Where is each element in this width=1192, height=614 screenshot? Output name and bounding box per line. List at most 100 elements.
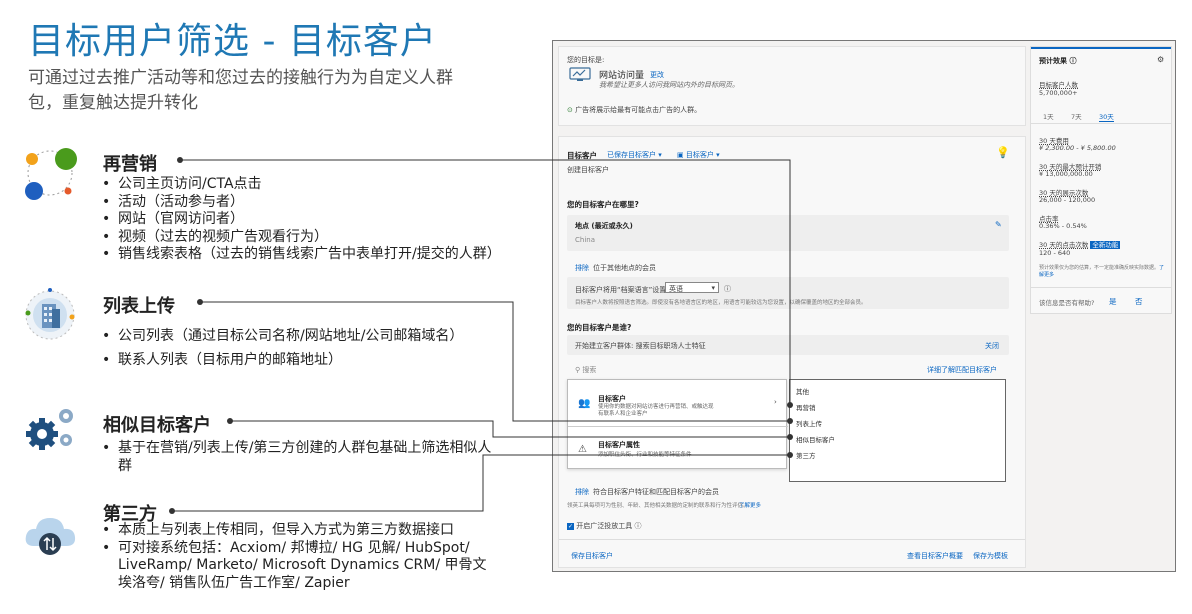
slide-title: 目标用户筛选 - 目标客户 <box>28 21 437 62</box>
category-bullets: 公司主页访问/CTA点击 活动（活动参与者） 网站（官网访问者） 视频（过去的视… <box>100 176 530 264</box>
forecast-impr-value: 26,000 - 120,000 <box>1039 196 1096 204</box>
list-item: 公司列表（通过目标公司名称/网站地址/公司邮箱域名） <box>100 324 540 348</box>
category-heading: 再营销 <box>103 154 157 175</box>
legal-text: 领英工具每项可为性别、年龄、其他相关数据的定制的联系和行为性评估。 <box>567 503 749 509</box>
category-bullets: 基于在营销/列表上传/第三方创建的人群包基础上筛选相似人群 <box>100 440 500 475</box>
view-audience-summary-button[interactable]: 查看目标客户概要 <box>907 551 963 561</box>
location-label: 地点 (最近或永久) <box>575 222 633 230</box>
helpful-yes-button[interactable]: 是 <box>1109 296 1117 307</box>
popup-divider <box>568 426 788 427</box>
new-feature-badge: 全新功能 <box>1090 241 1121 249</box>
who-desc: 开始建立客户群体: 搜索目标职场人士特征 <box>575 342 706 350</box>
who-box: 开始建立客户群体: 搜索目标职场人士特征 关闭 <box>567 335 1009 355</box>
close-link[interactable]: 关闭 <box>985 341 999 351</box>
create-audience-link[interactable]: 创建目标客户 <box>567 165 609 175</box>
dropdown-item-lookalike[interactable]: 相似目标客户 <box>796 434 835 444</box>
where-title: 您的目标客户在哪里? <box>567 200 639 209</box>
language-select[interactable]: 英语 ▾ <box>665 282 719 293</box>
helpful-question: 该信息是否有帮助? <box>1039 299 1095 307</box>
chevron-down-icon: ▾ <box>711 284 715 292</box>
monitor-icon <box>569 67 591 81</box>
forecast-tab-1d[interactable]: 1天 <box>1043 111 1054 121</box>
exclude-location-desc: 位于其他地点的会员 <box>593 264 656 272</box>
forecast-panel: 预计效果 ⓘ ⚙ 目标客户人数 5,700,000+ 1天 7天 30天 30 … <box>1030 46 1172 314</box>
dropdown-item-other[interactable]: 其他 <box>796 386 809 396</box>
saved-audience-dropdown[interactable]: 已保存目标客户 ▾ <box>607 150 662 160</box>
cloud-sync-icon <box>25 518 76 555</box>
forecast-tab-7d[interactable]: 7天 <box>1071 111 1082 121</box>
list-item: 公司主页访问/CTA点击 <box>100 176 530 194</box>
helpful-no-button[interactable]: 否 <box>1135 296 1143 307</box>
dropdown-item-third-party[interactable]: 第三方 <box>796 450 816 460</box>
list-item: 联系人列表（目标用户的邮箱地址） <box>100 348 540 372</box>
forecast-divider <box>1031 123 1171 124</box>
forecast-title: 预计效果 ⓘ <box>1039 56 1076 66</box>
audience-type-popup: 👥 目标客户 使用你的数据对网站访客进行再营销、或触达现有联系人和企业客户 › … <box>567 379 788 469</box>
edit-pencil-icon[interactable]: ✎ <box>995 220 1002 229</box>
audience-source-dropdown: 其他 再营销 列表上传 相似目标客户 第三方 <box>789 379 1006 482</box>
popup-item1-title[interactable]: 目标客户 <box>598 394 626 404</box>
search-placeholder: 搜索 <box>582 366 597 374</box>
list-item: 网站（官网访问者） <box>100 211 530 229</box>
exclude-audience-link[interactable]: 排除 <box>575 487 589 497</box>
list-item: 销售线索表格（过去的销售线索广告中表单打开/提交的人群） <box>100 246 530 264</box>
category-bullets: 公司列表（通过目标公司名称/网站地址/公司邮箱域名） 联系人列表（目标用户的邮箱… <box>100 324 540 372</box>
category-heading: 列表上传 <box>103 296 175 317</box>
objective-card: 您的目标是: 网站访问量 更改 我希望让更多人访问我网站内外的目标网页。 ⊙ 广… <box>558 46 1026 126</box>
exclude-audience-desc: 符合目标客户特征和匹配目标客户的会员 <box>593 488 719 496</box>
audience-card: 目标客户 已保存目标客户 ▾ ▣ 目标客户 ▾ 💡 创建目标客户 您的目标客户在… <box>558 136 1026 568</box>
forecast-title-text: 预计效果 <box>1039 57 1067 65</box>
checkbox-checked-icon: ✓ <box>567 523 574 530</box>
list-item: 可对接系统包括：Acxiom/ 邦博拉/ HG 见解/ HubSpot/ Liv… <box>100 540 500 593</box>
gears-icon <box>26 409 73 450</box>
info-icon: ⓘ <box>1069 57 1077 65</box>
exclude-location-link[interactable]: 排除 <box>575 263 589 273</box>
dropdown-item-list-upload[interactable]: 列表上传 <box>796 418 822 428</box>
objective-note-text: 广告将展示给最有可能点击广告的人群。 <box>575 106 702 114</box>
popup-item1-desc: 使用你的数据对网站访客进行再营销、或触达现有联系人和企业客户 <box>598 404 714 417</box>
template-icon: ▣ <box>677 151 686 159</box>
info-icon[interactable]: ⓘ <box>724 284 731 294</box>
language-prefix: 目标客户将用“档案语言”设置为 <box>575 286 674 294</box>
forecast-clicks-label-text: 30 天的点击次数 <box>1039 241 1089 249</box>
list-item: 视频（过去的视频广告观看行为） <box>100 229 530 247</box>
forecast-audience-label: 目标客户人数 <box>1039 81 1078 89</box>
location-value: China <box>575 236 595 244</box>
forecast-clicks-label: 30 天的点击次数 全新功能 <box>1039 239 1121 249</box>
forecast-top-bar <box>1031 47 1171 49</box>
gear-icon[interactable]: ⚙ <box>1157 55 1164 64</box>
attributes-icon: ⚠ <box>578 444 587 455</box>
change-objective-link[interactable]: 更改 <box>650 70 664 80</box>
forecast-tab-30d[interactable]: 30天 <box>1099 111 1114 122</box>
audience-footer <box>559 539 1025 540</box>
legal-learn-more-link[interactable]: 了解更多 <box>739 501 761 509</box>
building-icon <box>25 288 75 340</box>
forecast-divider <box>1031 287 1171 288</box>
retargeting-dots-icon <box>25 148 77 200</box>
category-heading: 相似目标客户 <box>103 415 211 436</box>
expansion-label: 开启广泛投放工具 <box>576 522 633 530</box>
info-icon: ⓘ <box>634 522 642 530</box>
campaign-screenshot: 您的目标是: 网站访问量 更改 我希望让更多人访问我网站内外的目标网页。 ⊙ 广… <box>552 40 1176 572</box>
language-note: 目标客户人数将按照语言筛选。即使没有各地语言区的地区，用语言可能较远为您设置，以… <box>575 300 867 306</box>
language-box: 目标客户将用“档案语言”设置为 英语 ▾ ⓘ 目标客户人数将按照语言筛选。即使没有… <box>567 277 1009 309</box>
lightbulb-icon[interactable]: 💡 <box>996 146 1010 159</box>
expansion-checkbox[interactable]: ✓ 开启广泛投放工具 ⓘ <box>567 521 641 531</box>
audience-search[interactable]: ⚲ 搜索 <box>575 365 765 375</box>
audience-title: 目标客户 <box>567 151 597 160</box>
objective-note: ⊙ 广告将展示给最有可能点击广告的人群。 <box>567 105 701 115</box>
dropdown-item-retargeting[interactable]: 再营销 <box>796 402 816 412</box>
save-audience-button[interactable]: 保存目标客户 <box>571 551 613 561</box>
forecast-budget-value: ¥ 13,000,000.00 <box>1039 170 1093 178</box>
integration-list: 可对接系统包括：Acxiom/ 邦博拉/ HG 见解/ HubSpot/ Liv… <box>118 539 487 591</box>
popup-item2-title[interactable]: 目标客户属性 <box>598 440 640 450</box>
forecast-note-text: 预计效果仅为您的估算，不一定能准确反映实际数据。 <box>1039 265 1160 271</box>
save-template-button[interactable]: 保存为模板 <box>973 551 1008 561</box>
learn-more-audience-link[interactable]: 详细了解匹配目标客户 <box>927 365 997 375</box>
forecast-audience-value: 5,700,000+ <box>1039 89 1078 97</box>
audience-group-icon: 👥 <box>578 398 591 409</box>
who-title: 您的目标客户是谁? <box>567 323 632 332</box>
chevron-right-icon: › <box>774 398 777 406</box>
list-item: 活动（活动参与者） <box>100 194 530 212</box>
audience-template-dropdown[interactable]: ▣ 目标客户 ▾ <box>677 150 720 160</box>
